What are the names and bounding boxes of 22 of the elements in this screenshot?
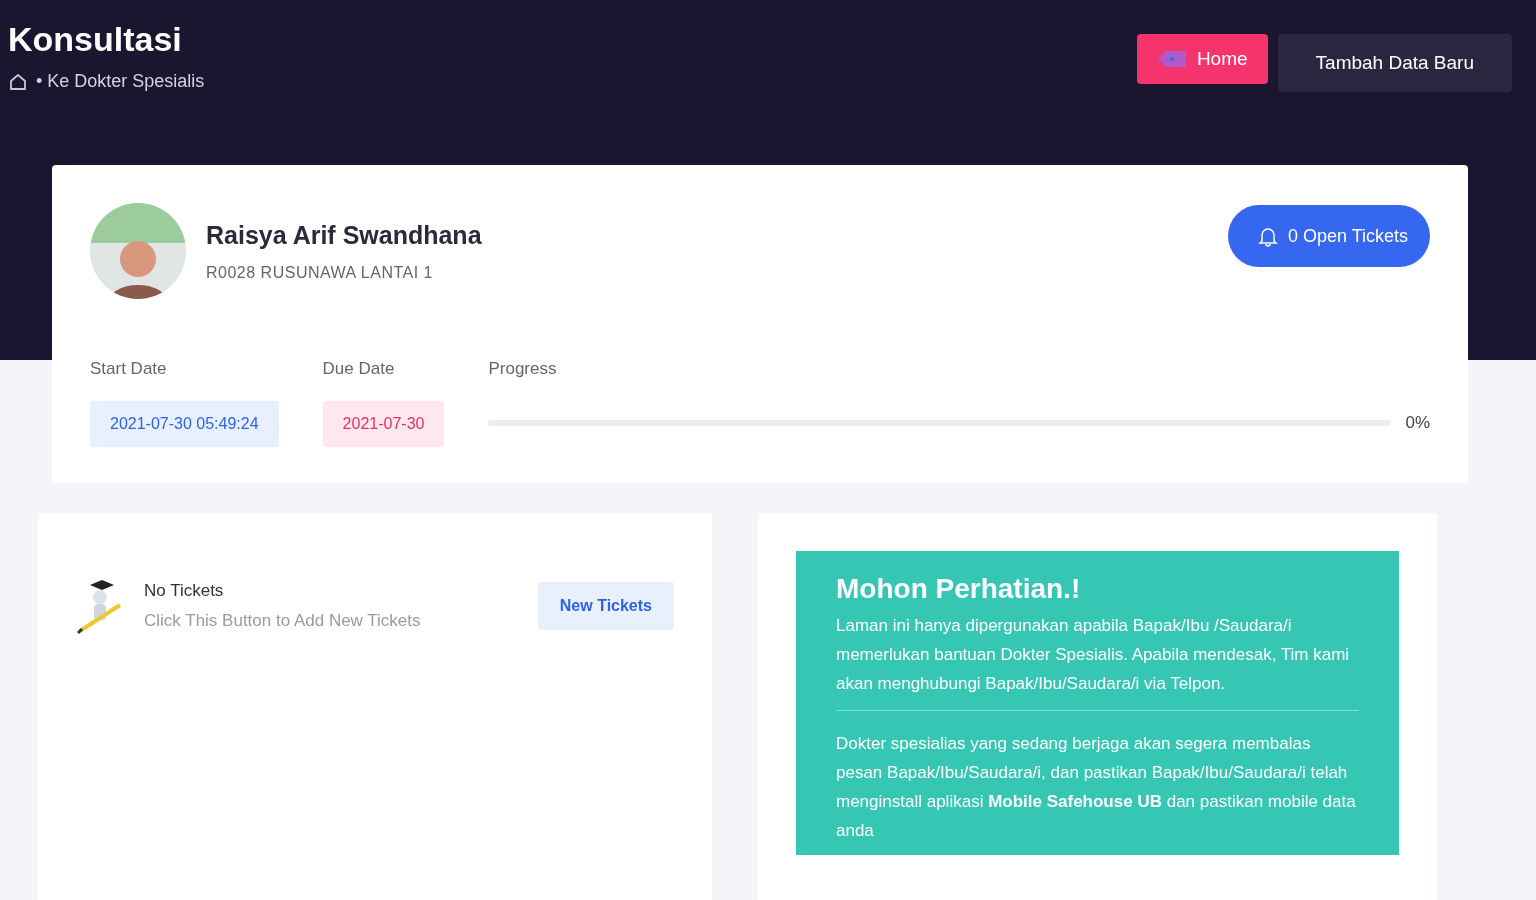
date-chip: 2021-07-30 05:49:24 — [90, 401, 279, 447]
progress-reading: 0% — [1405, 413, 1430, 433]
date-label: Start Date — [90, 359, 168, 379]
notice-paragraph: Dokter spesialias yang sedang berjaga akan segera membalas pesan Bapak/Ibu/Saudara/i, dan pastikan Bapak/Ibu/Saudara/i telah menginstall aplikasi Mobile Safehouse UB dan pastikan mobile data anda — [836, 733, 1357, 842]
header-button[interactable]: Tambah Data Baru — [1277, 34, 1512, 92]
notice-paragraph: Laman ini hanya dipergunakan apabila Bapak/Ibu /Saudara/i memerlukan bantuan Dokter Spesialis. Apabila mendesak, Tim kami akan menghubungi Bapak/Ibu/Saudara/i via Telpon. — [836, 615, 1351, 695]
new-tickets-button[interactable]: New Tickets — [537, 582, 674, 630]
patient-location: R0028 RUSUNAWA LANTAI 1 — [206, 263, 434, 282]
empty-subtitle: Click This Button to Add New Tickets — [144, 611, 422, 631]
date-label: Due Date — [322, 359, 396, 379]
page-title: Konsultasi — [8, 20, 183, 59]
bell-icon — [1257, 225, 1278, 247]
open-tickets-button[interactable]: 0 Open Tickets — [1227, 205, 1430, 267]
header-button[interactable]: Home — [1136, 34, 1268, 84]
notice-title: Mohon Perhatian.! — [836, 573, 1082, 605]
progress-label: Progress — [488, 359, 558, 379]
patient-name: Raisya Arif Swandhana — [206, 220, 483, 250]
empty-title: No Tickets — [144, 581, 225, 601]
home-icon[interactable] — [8, 71, 28, 92]
breadcrumb-item[interactable]: • Ke Dokter Spesialis — [36, 71, 205, 92]
back-arrow-icon — [1156, 49, 1187, 69]
date-chip: 2021-07-30 — [322, 401, 445, 447]
